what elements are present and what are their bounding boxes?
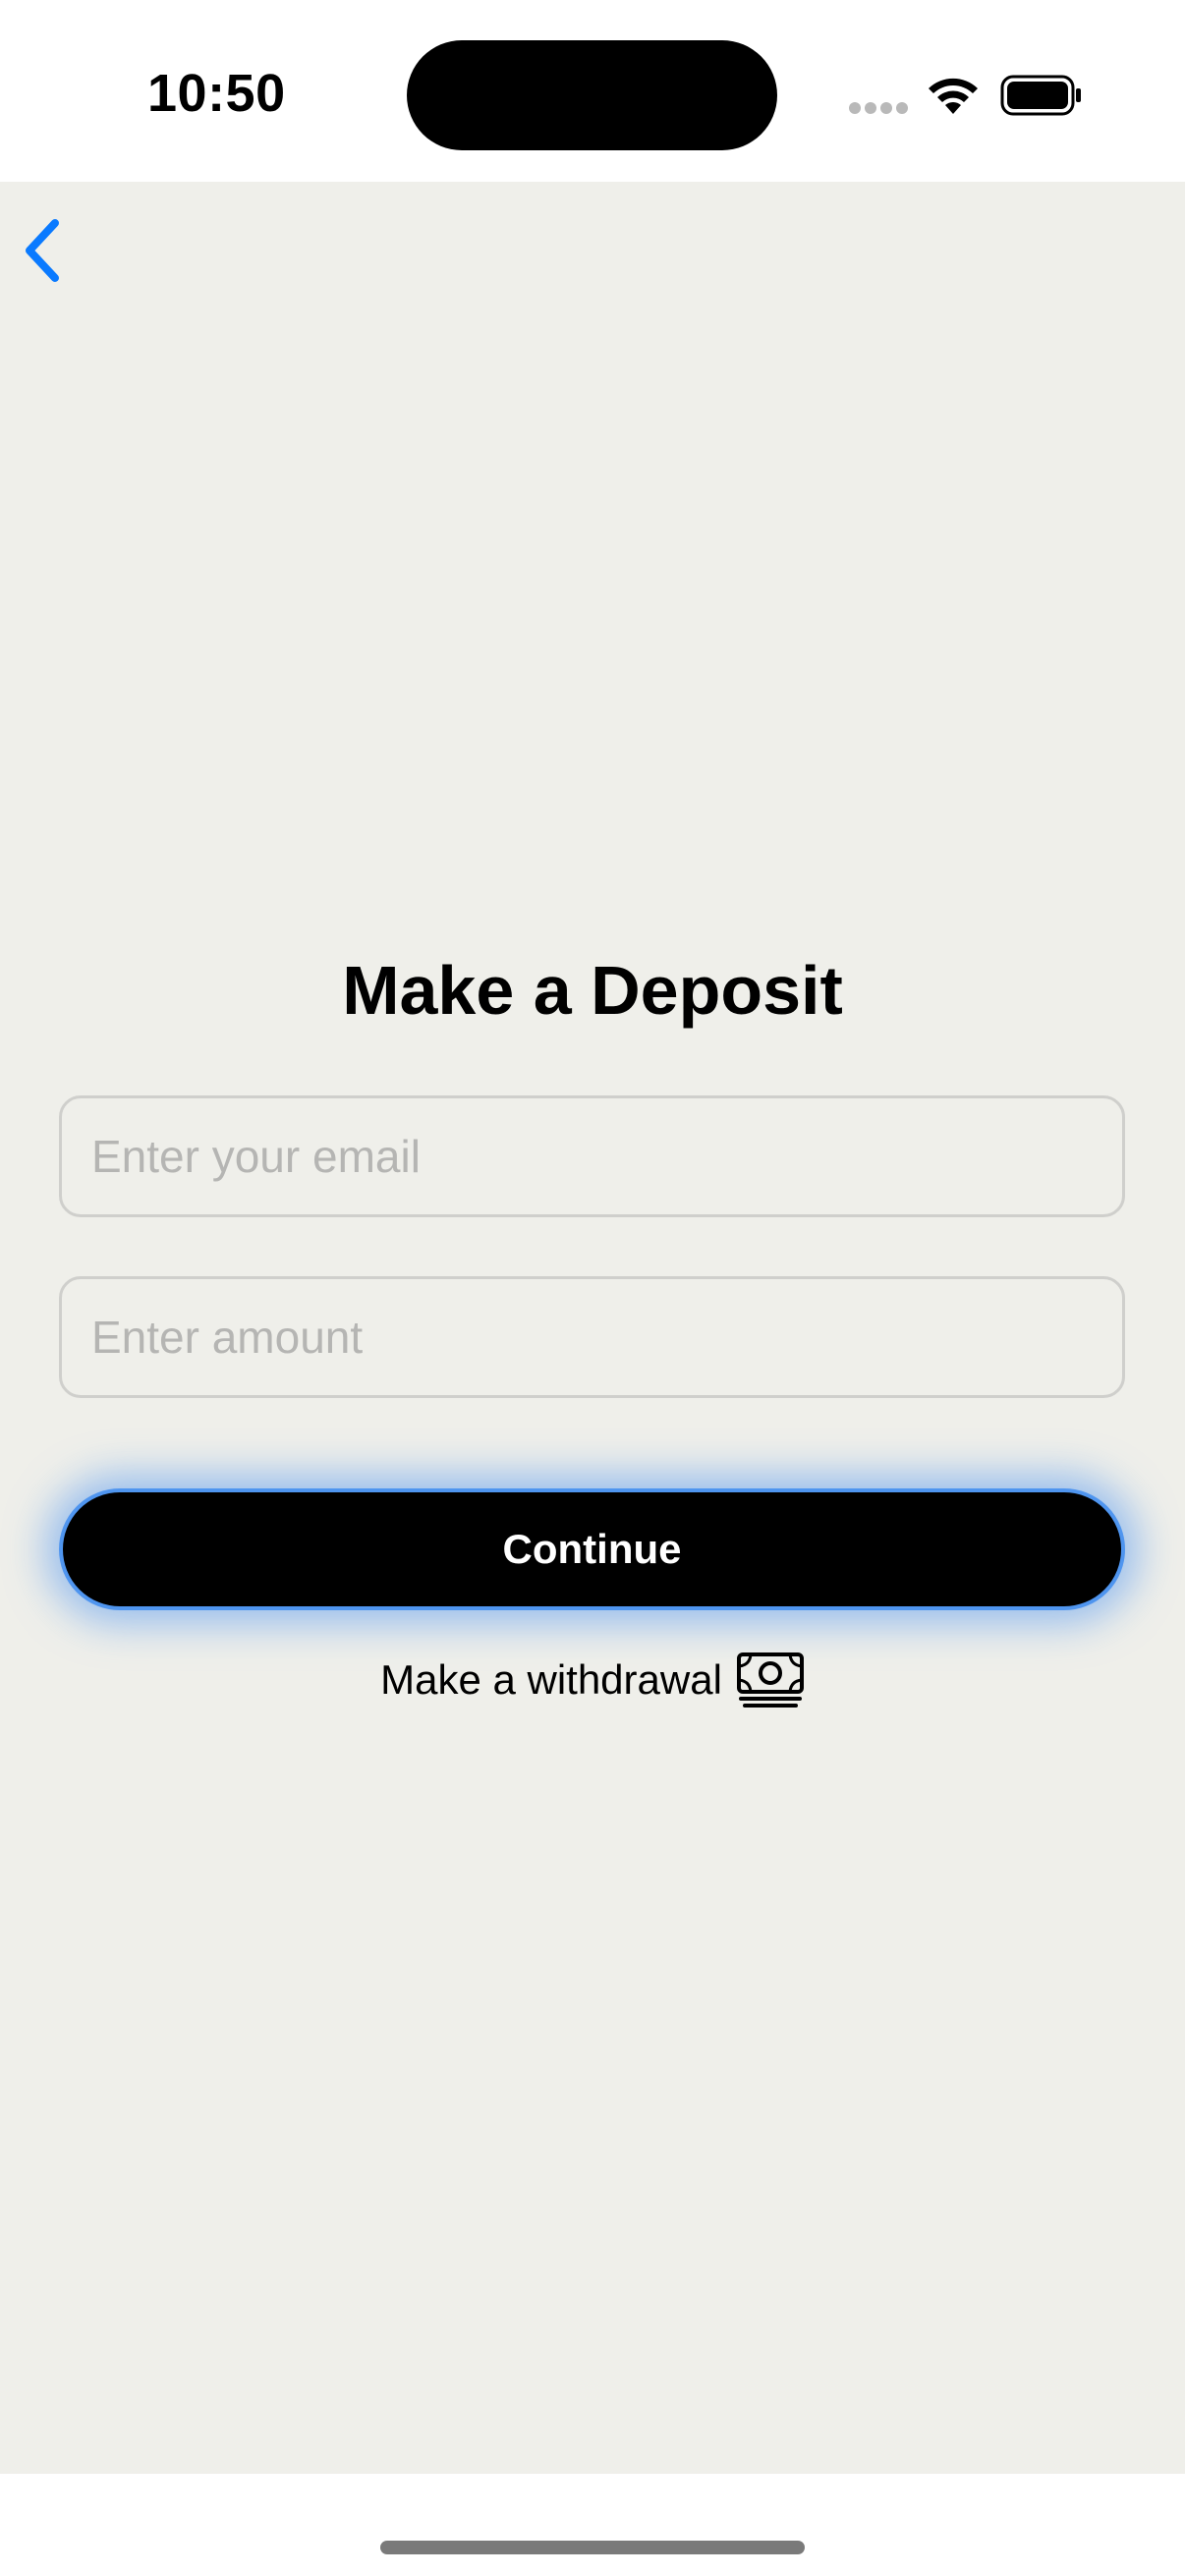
email-field[interactable] bbox=[59, 1095, 1125, 1217]
content-area: Make a Deposit Continue Make a withdrawa… bbox=[0, 182, 1185, 2474]
battery-icon bbox=[1000, 75, 1081, 116]
page-title: Make a Deposit bbox=[342, 952, 843, 1029]
back-button[interactable] bbox=[14, 211, 73, 290]
home-indicator[interactable] bbox=[380, 2541, 805, 2554]
signal-dots-icon bbox=[849, 102, 908, 116]
status-time: 10:50 bbox=[147, 64, 286, 123]
deposit-screen: 10:50 Make a Deposit Continue Make a wit… bbox=[0, 0, 1185, 2576]
continue-button[interactable]: Continue bbox=[59, 1488, 1125, 1610]
money-icon bbox=[736, 1652, 804, 1708]
withdrawal-label: Make a withdrawal bbox=[380, 1656, 722, 1703]
bottom-bar bbox=[0, 2474, 1185, 2576]
amount-field[interactable] bbox=[59, 1276, 1125, 1398]
dynamic-island bbox=[407, 40, 777, 150]
withdrawal-link[interactable]: Make a withdrawal bbox=[0, 1646, 1185, 1714]
wifi-icon bbox=[929, 78, 978, 114]
status-bar: 10:50 bbox=[0, 0, 1185, 182]
chevron-left-icon bbox=[26, 219, 59, 282]
